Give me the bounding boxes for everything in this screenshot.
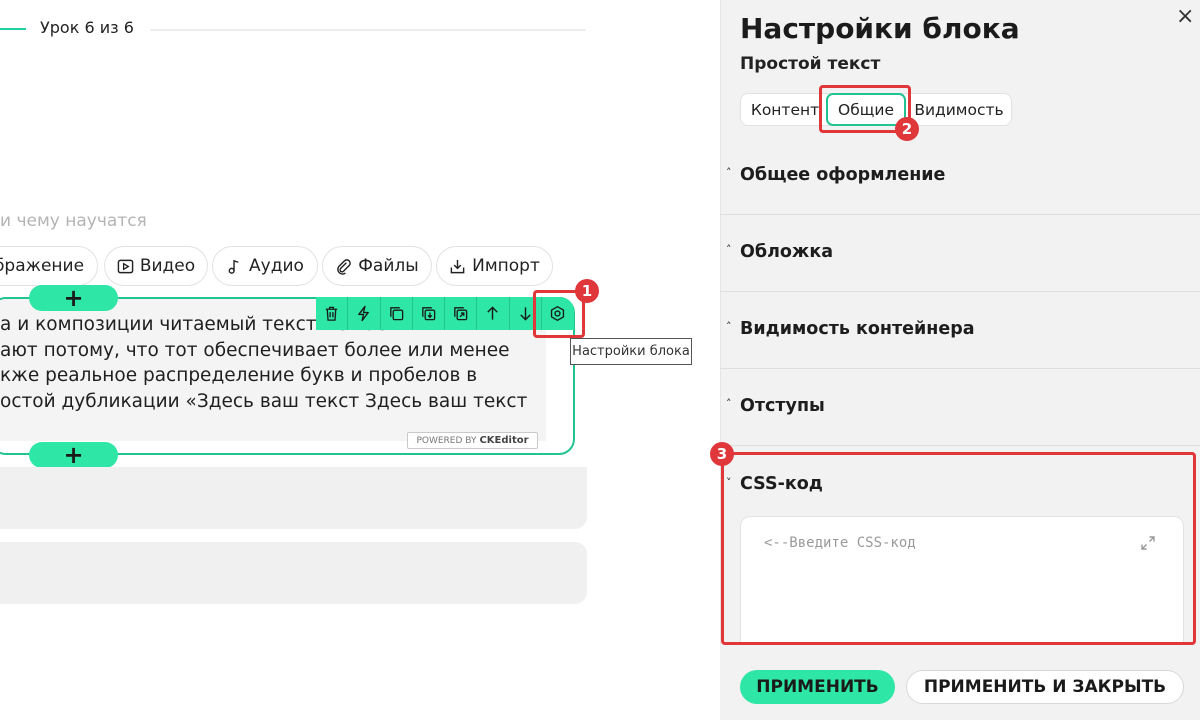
section-label: Отступы (740, 396, 825, 416)
panel-title: Настройки блока (740, 12, 1020, 45)
chevron-up-icon: ˄ (726, 243, 732, 256)
chevron-up-icon: ˄ (726, 166, 732, 179)
add-audio-button[interactable]: Аудио (212, 246, 318, 286)
plus-icon: + (63, 284, 84, 312)
apply-and-close-button[interactable]: ПРИМЕНИТЬ И ЗАКРЫТЬ (906, 670, 1184, 704)
lesson-progress-line (0, 28, 26, 30)
plus-icon: + (63, 441, 84, 469)
section-label: Обложка (740, 242, 834, 262)
marker-3: 3 (710, 442, 734, 466)
download-icon (422, 307, 436, 321)
add-video-button[interactable]: Видео (104, 246, 208, 286)
music-note-icon (228, 259, 239, 274)
import-label: Импорт (472, 256, 540, 276)
text-line: ают потому, что тот обеспечивает более и… (0, 339, 510, 361)
add-files-label: Файлы (358, 256, 419, 276)
copy-icon (389, 307, 403, 321)
marker-1: 1 (575, 279, 599, 303)
add-files-button[interactable]: Файлы (322, 246, 432, 286)
settings-tooltip: Настройки блока (570, 338, 692, 365)
tab-visibility[interactable]: Видимость (911, 94, 1007, 125)
add-block-above-button[interactable]: + (29, 285, 118, 311)
section-container-visibility[interactable]: ˄ Видимость контейнера (720, 292, 1200, 369)
import-button[interactable]: Импорт (436, 246, 553, 286)
ck-brand-label: CKEditor (479, 435, 529, 446)
marker-2: 2 (895, 117, 919, 141)
copy-block-button[interactable] (381, 297, 413, 330)
screen: Урок 6 из 6 и чему научатся бражение Вид… (0, 0, 1200, 720)
section-general-design[interactable]: ˄ Общее оформление (720, 138, 1200, 215)
add-audio-label: Аудио (249, 256, 304, 276)
content-block[interactable] (0, 467, 587, 529)
section-label: Видимость контейнера (740, 319, 975, 339)
duplicate-icon (454, 307, 468, 321)
section-cover[interactable]: ˄ Обложка (720, 215, 1200, 292)
add-image-button[interactable]: бражение (0, 246, 98, 286)
video-icon (117, 259, 134, 273)
ck-powered-label: POWERED BY (416, 435, 477, 446)
add-block-below-button[interactable]: + (29, 442, 118, 468)
ckeditor-badge[interactable]: POWERED BY CKEditor (407, 432, 538, 449)
quick-action-button[interactable] (348, 297, 381, 330)
arrow-up-icon (487, 306, 499, 320)
section-spacing[interactable]: ˄ Отступы (720, 369, 1200, 446)
text-line: остой дубликации «Здесь ваш текст Здесь … (0, 390, 528, 412)
move-up-button[interactable] (477, 297, 510, 330)
section-label: Общее оформление (740, 165, 946, 185)
highlight-css-section (721, 452, 1196, 645)
panel-subtitle: Простой текст (740, 54, 881, 74)
add-image-label: бражение (0, 256, 85, 276)
chevron-up-icon: ˄ (726, 397, 732, 410)
add-video-label: Видео (139, 256, 196, 276)
lightning-icon (358, 305, 370, 322)
tab-content[interactable]: Контент (747, 94, 823, 125)
apply-button[interactable]: ПРИМЕНИТЬ (740, 670, 895, 704)
description-placeholder[interactable]: и чему научатся (0, 211, 147, 231)
chevron-up-icon: ˄ (726, 320, 732, 333)
close-icon[interactable]: × (1176, 6, 1194, 28)
import-icon (450, 259, 465, 273)
duplicate-block-button[interactable] (445, 297, 478, 330)
trash-icon (325, 306, 338, 321)
lesson-divider (150, 29, 586, 31)
paperclip-icon (337, 258, 352, 275)
content-block[interactable] (0, 542, 587, 604)
text-line: кже реальное распределение букв и пробел… (0, 365, 478, 386)
delete-block-button[interactable] (316, 297, 349, 330)
arrow-down-icon (519, 307, 531, 321)
lesson-label: Урок 6 из 6 (40, 18, 134, 37)
save-block-button[interactable] (413, 297, 445, 330)
